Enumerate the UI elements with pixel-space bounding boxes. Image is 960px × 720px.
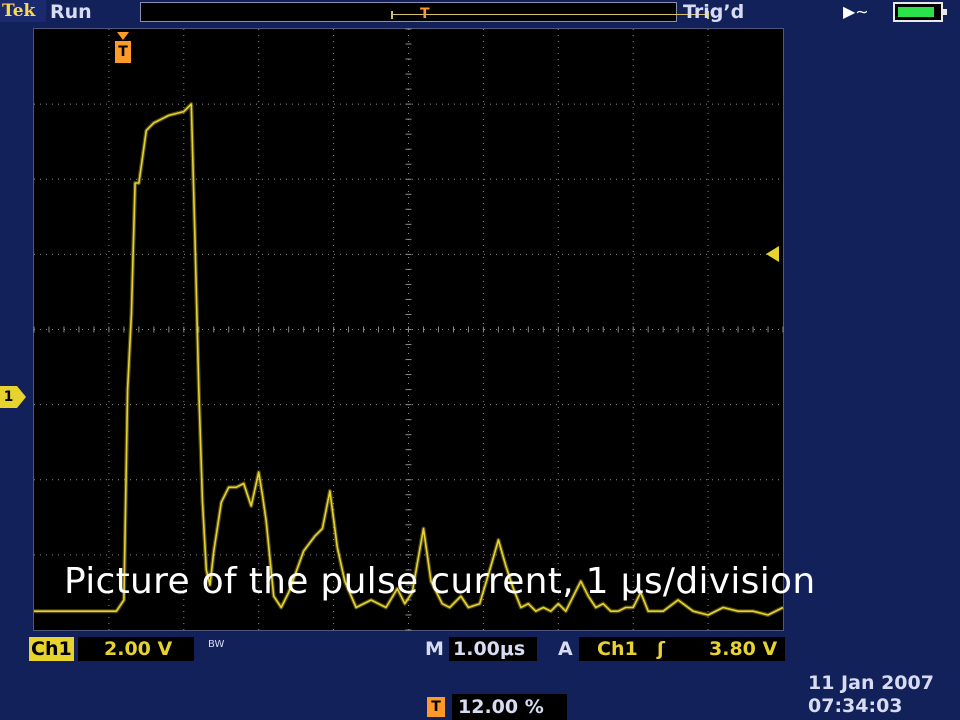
trigger-marker-glyph: T bbox=[115, 41, 131, 63]
timebase-prefix: M bbox=[425, 638, 444, 660]
trigger-level-arrow-icon[interactable] bbox=[766, 246, 779, 262]
trigger-marker-arrow bbox=[117, 32, 129, 40]
date-readout: 11 Jan 2007 bbox=[808, 672, 934, 694]
trigger-position-readout: 12.00 % bbox=[452, 694, 567, 720]
trigger-readout[interactable]: Ch1 ʃ 3.80 V bbox=[579, 637, 785, 661]
channel-badge[interactable]: Ch1 bbox=[29, 637, 74, 661]
time-readout: 07:34:03 bbox=[808, 695, 903, 717]
timebase-readout[interactable]: 1.00μs bbox=[449, 637, 537, 661]
trigger-position-marker[interactable]: T bbox=[113, 32, 133, 66]
trigger-level: 3.80 V bbox=[709, 638, 778, 660]
volts-per-div: 2.00 V bbox=[78, 637, 194, 661]
ch1-marker-label: 1 bbox=[0, 386, 17, 408]
ch1-marker-tip bbox=[17, 386, 26, 408]
bandwidth-limit-label: BW bbox=[208, 639, 225, 650]
oscilloscope-screen: Tek Run T Trig’d ▶∼ T 1 Picture of the p… bbox=[0, 0, 960, 720]
trigger-mode-prefix: A bbox=[558, 638, 573, 660]
graticule-grid bbox=[33, 28, 784, 631]
trigger-position-icon: T bbox=[427, 697, 445, 717]
caption: Picture of the pulse current, 1 μs/divis… bbox=[64, 561, 816, 602]
ch1-ground-marker[interactable]: 1 bbox=[0, 386, 26, 408]
waveform-plot bbox=[33, 28, 784, 631]
trigger-slope-rising-icon: ʃ bbox=[657, 638, 665, 660]
trigger-source: Ch1 bbox=[597, 638, 638, 660]
